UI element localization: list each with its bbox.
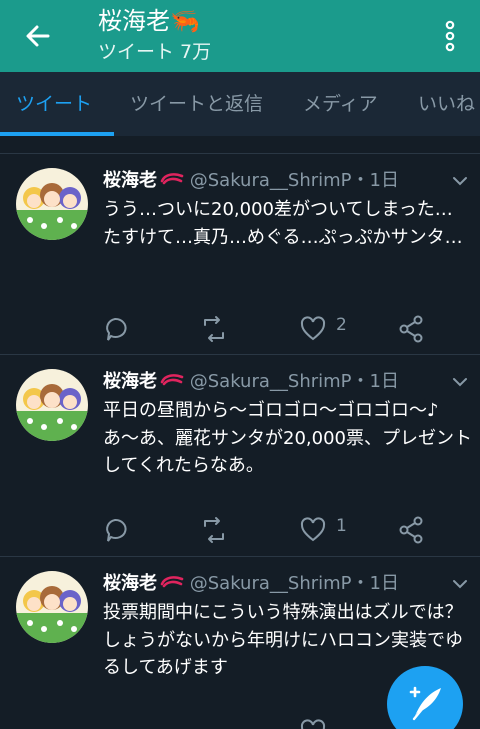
- tweet-count: ツイート 7万: [98, 41, 212, 63]
- compose-tweet-button[interactable]: [387, 666, 463, 729]
- like-count: 1: [336, 516, 347, 536]
- tweet-text: 平日の昼間から〜ゴロゴロ〜ゴロゴロ〜♪ あ〜あ、麗花サンタが20,000票、プレ…: [103, 400, 472, 476]
- tweet-header: 桜海老 @Sakura__ShrimP・1日: [103, 571, 399, 597]
- tab-tweets-and-replies[interactable]: ツイートと返信: [130, 90, 263, 118]
- display-name[interactable]: 桜海老: [103, 371, 157, 392]
- chevron-down-icon[interactable]: [450, 174, 470, 188]
- share-icon[interactable]: [398, 513, 424, 547]
- tweet-time: ・1日: [351, 170, 399, 191]
- tweet-actions: 2: [0, 312, 480, 346]
- compose-tweet-icon: [409, 686, 441, 721]
- chevron-down-icon[interactable]: [450, 577, 470, 591]
- user-handle: @Sakura__ShrimP: [189, 170, 352, 191]
- tweet-header: 桜海老 @Sakura__ShrimP・1日: [103, 369, 399, 395]
- tweet-actions: 1: [0, 513, 480, 547]
- reply-icon[interactable]: [102, 312, 128, 346]
- tweet[interactable]: 桜海老 @Sakura__ShrimP・1日 平日の昼間から〜ゴロゴロ〜ゴロゴロ…: [0, 354, 480, 555]
- more-vertical-icon[interactable]: [436, 16, 464, 56]
- tab-likes[interactable]: いいね: [418, 90, 475, 118]
- tab-media[interactable]: メディア: [303, 90, 378, 118]
- shrimp-icon: [160, 173, 184, 185]
- display-name[interactable]: 桜海老: [103, 170, 157, 191]
- share-icon[interactable]: [398, 312, 424, 346]
- avatar[interactable]: [16, 369, 88, 441]
- tweet-time: ・1日: [351, 371, 399, 392]
- arrow-left-icon[interactable]: [18, 16, 58, 56]
- chevron-down-icon[interactable]: [450, 375, 470, 389]
- tweet-header: 桜海老 @Sakura__ShrimP・1日: [103, 168, 399, 194]
- user-handle: @Sakura__ShrimP: [189, 573, 352, 594]
- tab-tweets[interactable]: ツイート: [16, 90, 92, 118]
- tweet[interactable]: 桜海老 @Sakura__ShrimP・1日 うう…ついに20,000差がついて…: [0, 153, 480, 354]
- avatar[interactable]: [16, 571, 88, 643]
- shrimp-icon: [160, 576, 184, 588]
- user-handle: @Sakura__ShrimP: [189, 371, 352, 392]
- display-name[interactable]: 桜海老: [103, 573, 157, 594]
- active-tab-indicator: [0, 132, 114, 136]
- shrimp-icon: [160, 374, 184, 386]
- tweet-time: ・1日: [351, 573, 399, 594]
- reply-icon[interactable]: [102, 513, 128, 547]
- like-icon[interactable]: [300, 715, 326, 729]
- app-bar: 桜海老🦐 ツイート 7万: [0, 0, 480, 72]
- tweet-text: うう…ついに20,000差がついてしまった… たすけて…真乃…めぐる…ぷっぷかサ…: [103, 199, 463, 248]
- like-icon[interactable]: [300, 312, 326, 346]
- avatar[interactable]: [16, 168, 88, 240]
- retweet-icon[interactable]: [200, 312, 228, 346]
- profile-title: 桜海老🦐: [98, 7, 200, 35]
- profile-tabs: ツイート ツイートと返信 メディア いいね: [0, 72, 480, 136]
- like-icon[interactable]: [300, 513, 326, 547]
- like-count: 2: [336, 315, 347, 335]
- retweet-icon[interactable]: [200, 513, 228, 547]
